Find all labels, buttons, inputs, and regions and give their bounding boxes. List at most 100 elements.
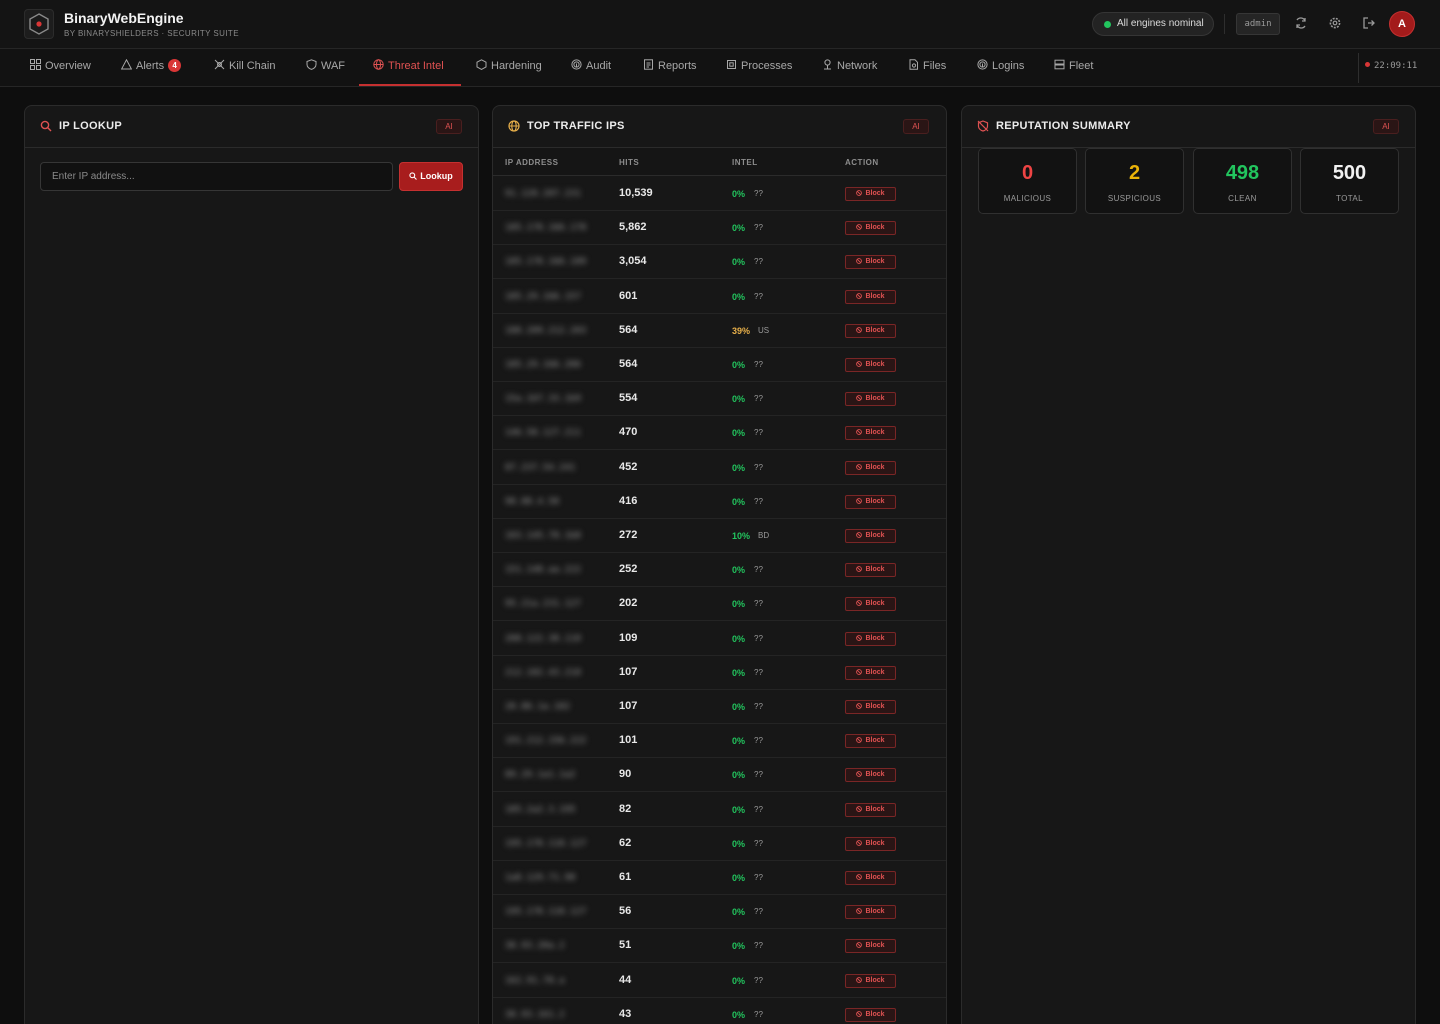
block-ip-button[interactable]: Block	[845, 665, 896, 680]
avatar[interactable]: A	[1389, 11, 1415, 37]
ip-address: 87.237.54.241	[505, 462, 576, 473]
tab-fleet[interactable]: Fleet	[1054, 49, 1093, 86]
gear-icon[interactable]	[1328, 16, 1342, 30]
fingerprint-icon	[977, 59, 988, 70]
ai-assist-button[interactable]: AI	[436, 119, 462, 134]
warning-icon	[121, 59, 132, 70]
engine-status-text: All engines nominal	[1117, 18, 1204, 29]
tab-network[interactable]: Network	[822, 49, 877, 86]
tab-label: Audit	[586, 60, 612, 72]
ip-address: 15a.167.33.1b9	[505, 394, 581, 405]
block-ip-button[interactable]: Block	[845, 802, 896, 817]
tab-label: Overview	[45, 60, 91, 72]
block-ip-button[interactable]: Block	[845, 939, 896, 954]
ban-icon	[856, 634, 863, 641]
tab-logins[interactable]: Logins	[977, 49, 1024, 86]
ip-address: 151.148.aa.222	[505, 565, 581, 576]
threat-score: 39%	[732, 325, 751, 336]
block-ip-button[interactable]: Block	[845, 700, 896, 714]
table-row: 151.148.aa.222 252 0%?? Block	[493, 553, 946, 588]
hit-count: 107	[619, 700, 638, 712]
hit-count: 272	[619, 529, 638, 541]
block-ip-button[interactable]: Block	[845, 631, 896, 646]
block-ip-button[interactable]: Block	[845, 289, 896, 304]
country-code: ??	[754, 496, 763, 506]
ban-icon	[856, 224, 863, 231]
block-ip-button[interactable]: Block	[845, 1007, 896, 1022]
block-ip-button[interactable]: Block	[845, 323, 896, 338]
engine-status-badge[interactable]: All engines nominal	[1092, 12, 1214, 36]
threat-score: 0%	[732, 838, 746, 849]
block-ip-button[interactable]: Block	[845, 871, 896, 885]
country-code: ??	[754, 257, 763, 267]
table-row: 1a8.129.71.98 61 0%?? Block	[493, 861, 946, 895]
block-ip-button[interactable]: Block	[845, 768, 896, 783]
ban-icon	[856, 258, 863, 265]
ip-address-input[interactable]	[40, 162, 393, 191]
threat-score: 0%	[732, 804, 746, 815]
block-ip-button[interactable]: Block	[845, 597, 896, 612]
block-ip-button[interactable]: Block	[845, 529, 896, 543]
ip-address: 208.122.38.118	[505, 633, 581, 644]
table-row: 91.120.207.231 10,539 0%?? Block	[493, 177, 946, 211]
block-ip-button[interactable]: Block	[845, 187, 896, 201]
tab-waf[interactable]: WAF	[306, 49, 345, 86]
block-ip-button[interactable]: Block	[845, 494, 896, 509]
block-ip-button[interactable]: Block	[845, 460, 896, 475]
hit-count: 416	[619, 494, 638, 507]
block-ip-button[interactable]: Block	[845, 221, 896, 236]
block-ip-button[interactable]: Block	[845, 734, 896, 749]
ip-address: 185.178.166.189	[505, 257, 587, 268]
table-row: 195.178.118.127 56 0%?? Block	[493, 895, 946, 930]
tab-label: Processes	[741, 60, 793, 72]
tab-threat-intel[interactable]: Threat Intel	[359, 49, 461, 86]
network-icon	[824, 59, 831, 70]
lookup-button[interactable]: Lookup	[399, 162, 463, 191]
ai-assist-button[interactable]: AI	[903, 119, 929, 134]
alerts-count-badge: 4	[168, 59, 182, 72]
ip-address: 191.212.156.222	[505, 736, 587, 747]
country-code: ??	[754, 907, 763, 917]
ban-icon	[856, 497, 863, 504]
tab-overview[interactable]: Overview	[30, 49, 91, 86]
table-row: 87.237.54.241 452 0%?? Block	[493, 451, 946, 485]
block-ip-button[interactable]: Block	[845, 392, 896, 407]
block-ip-button[interactable]: Block	[845, 255, 896, 270]
ban-icon	[856, 190, 863, 196]
tab-reports[interactable]: Reports	[643, 49, 697, 86]
threat-score: 10%	[732, 531, 751, 541]
divider	[1358, 53, 1359, 83]
threat-score: 0%	[732, 599, 746, 610]
block-ip-button[interactable]: Block	[845, 836, 896, 851]
ip-address: 185.2a2.3.195	[505, 804, 576, 815]
table-row: 212.182.43.218 107 0%?? Block	[493, 656, 946, 690]
table-row: 20.86.1a.182 107 0%?? Block	[493, 690, 946, 724]
block-button-label: Block	[865, 771, 885, 779]
tab-alerts[interactable]: Alerts 4	[121, 49, 182, 86]
refresh-icon[interactable]	[1294, 16, 1308, 30]
block-ip-button[interactable]: Block	[845, 426, 896, 441]
column-header-hits: HITS	[619, 158, 640, 167]
search-icon	[40, 120, 52, 132]
tab-processes[interactable]: Processes	[726, 49, 792, 86]
threat-score: 0%	[732, 975, 746, 986]
tab-hardening[interactable]: Hardening	[476, 49, 542, 86]
tab-audit[interactable]: Audit	[571, 49, 611, 86]
tab-kill-chain[interactable]: Kill Chain	[214, 49, 275, 86]
block-ip-button[interactable]: Block	[845, 358, 896, 372]
threat-score: 0%	[732, 770, 746, 781]
table-row: 185.178.166.189 3,054 0%?? Block	[493, 245, 946, 280]
ai-assist-button[interactable]: AI	[1373, 119, 1399, 134]
threat-score: 0%	[732, 360, 746, 370]
tab-files[interactable]: Files	[908, 49, 946, 86]
ip-address: 20.86.1a.182	[505, 702, 571, 712]
shield-icon	[306, 59, 317, 70]
block-ip-button[interactable]: Block	[845, 905, 896, 920]
threat-score: 0%	[732, 223, 746, 234]
block-ip-button[interactable]: Block	[845, 563, 896, 578]
block-button-label: Block	[865, 942, 885, 950]
ban-icon	[856, 463, 863, 470]
hit-count: 3,054	[619, 255, 647, 268]
block-ip-button[interactable]: Block	[845, 973, 896, 988]
logout-icon[interactable]	[1362, 16, 1376, 30]
